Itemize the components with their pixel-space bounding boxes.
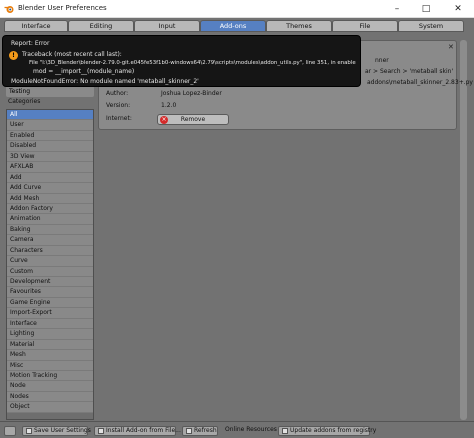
category-item-material[interactable]: Material — [7, 339, 93, 351]
category-item-lighting[interactable]: Lighting — [7, 329, 93, 340]
update-icon — [282, 427, 288, 434]
category-item-node[interactable]: Node — [7, 381, 93, 392]
version-value: 1.2.0 — [161, 102, 177, 109]
category-item-3d-view[interactable]: 3D View — [7, 151, 93, 163]
title-bar: Blender User Preferences – □ ✕ — [0, 0, 474, 18]
testing-filter[interactable]: Testing — [6, 86, 94, 97]
category-item-camera[interactable]: Camera — [7, 235, 93, 246]
blender-logo-icon — [4, 6, 14, 13]
category-item-object[interactable]: Object — [7, 402, 93, 413]
update-addons-button[interactable]: Update addons from registry — [278, 426, 376, 436]
category-item-interface[interactable]: Interface — [7, 318, 93, 330]
category-item-baking[interactable]: Baking — [7, 224, 93, 236]
window-title: Blender User Preferences — [18, 4, 107, 12]
category-item-animation[interactable]: Animation — [7, 214, 93, 225]
addon-location-partial: ar > Search > 'metaball skin' — [365, 68, 454, 75]
category-item-disabled[interactable]: Disabled — [7, 141, 93, 152]
category-item-import-export[interactable]: Import-Export — [7, 308, 93, 319]
category-item-custom[interactable]: Custom — [7, 266, 93, 277]
category-item-add-curve[interactable]: Add Curve — [7, 183, 93, 194]
bottom-toolbar: Save User Settings Install Add-on from F… — [0, 421, 474, 438]
save-user-settings-button[interactable]: Save User Settings — [22, 426, 91, 436]
install-addon-button[interactable]: Install Add-on from File... — [94, 426, 181, 436]
tab-input[interactable]: Input — [134, 20, 200, 32]
refresh-button[interactable]: Refresh — [182, 426, 218, 436]
minimize-button[interactable]: – — [383, 0, 411, 18]
tab-system[interactable]: System — [398, 20, 464, 32]
cancel-x-icon: × — [160, 116, 168, 124]
tab-themes[interactable]: Themes — [266, 20, 332, 32]
error-message: ModuleNotFoundError: No module named 'me… — [11, 78, 199, 85]
traceback-label: Traceback (most recent call last): — [22, 51, 122, 58]
online-resources-link[interactable]: Online Resources — [222, 426, 277, 436]
close-window-button[interactable]: ✕ — [444, 0, 472, 18]
category-item-curve[interactable]: Curve — [7, 256, 93, 267]
preferences-tab-bar: Interface Editing Input Add-ons Themes F… — [0, 18, 474, 33]
refresh-icon — [186, 427, 192, 434]
category-item-enabled[interactable]: Enabled — [7, 130, 93, 142]
internet-label: Internet: — [106, 115, 132, 122]
editor-type-icon[interactable] — [4, 426, 16, 436]
category-item-favourites[interactable]: Favourites — [7, 287, 93, 298]
traceback-code-line: mod = __import__(module_name) — [33, 68, 135, 75]
category-item-add-mesh[interactable]: Add Mesh — [7, 193, 93, 204]
category-item-misc[interactable]: Misc — [7, 360, 93, 371]
category-item-nodes[interactable]: Nodes — [7, 391, 93, 403]
category-item-game-engine[interactable]: Game Engine — [7, 297, 93, 309]
category-item-addon-factory[interactable]: Addon Factory — [7, 203, 93, 215]
error-report-popup: Report: Error ! Traceback (most recent c… — [2, 35, 361, 87]
category-item-mesh[interactable]: Mesh — [7, 350, 93, 361]
remove-label: Remove — [180, 116, 206, 123]
addon-panel-close-icon[interactable]: ✕ — [448, 44, 455, 51]
category-item-afxlab[interactable]: AFXLAB — [7, 162, 93, 173]
author-value: Joshua Lopez-Binder — [161, 90, 222, 97]
category-item-motion-tracking[interactable]: Motion Tracking — [7, 370, 93, 382]
remove-addon-button[interactable]: × Remove — [157, 114, 229, 125]
category-item-development[interactable]: Development — [7, 277, 93, 288]
addon-list-scrollbar[interactable] — [460, 40, 468, 420]
file-icon — [98, 427, 104, 434]
maximize-button[interactable]: □ — [412, 0, 440, 18]
tab-interface[interactable]: Interface — [4, 20, 68, 32]
addon-file-partial: addons\metaball_skinner_2.83+.py — [367, 79, 473, 86]
scrollbar-thumb[interactable] — [460, 40, 467, 420]
traceback-file-line: File "I:\3D_Blender\blender-2.79.0-git.e… — [29, 60, 356, 66]
tab-file[interactable]: File — [332, 20, 398, 32]
version-label: Version: — [106, 102, 131, 109]
category-item-all[interactable]: All — [7, 110, 93, 121]
addon-name-partial: nner — [375, 57, 389, 64]
save-icon — [26, 427, 32, 434]
error-header: Report: Error — [11, 40, 50, 47]
category-item-characters[interactable]: Characters — [7, 245, 93, 257]
category-list: All User Enabled Disabled 3D View AFXLAB… — [6, 109, 94, 420]
author-label: Author: — [106, 90, 129, 97]
category-item-add[interactable]: Add — [7, 172, 93, 184]
warning-icon: ! — [9, 51, 18, 60]
category-item-user[interactable]: User — [7, 120, 93, 131]
tab-add-ons[interactable]: Add-ons — [200, 20, 266, 32]
tab-editing[interactable]: Editing — [68, 20, 134, 32]
categories-label: Categories — [8, 98, 41, 105]
